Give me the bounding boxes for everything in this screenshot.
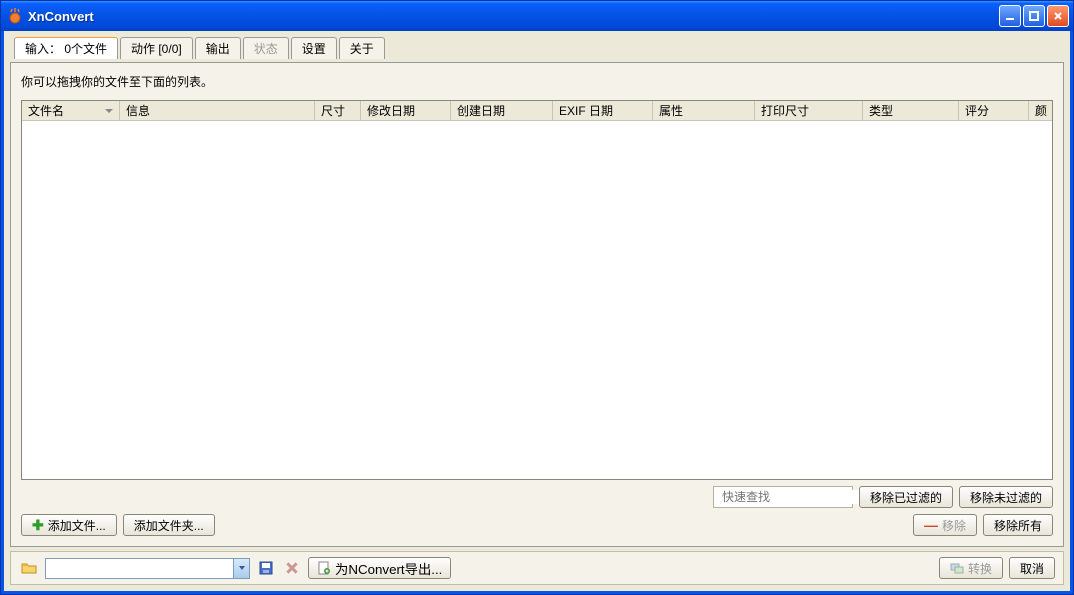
col-rating[interactable]: 评分 xyxy=(959,101,1029,120)
add-file-button[interactable]: ✚添加文件... xyxy=(21,514,117,536)
remove-all-button[interactable]: 移除所有 xyxy=(983,514,1053,536)
tab-bar: 输入： 0个文件 动作 [0/0] 输出 状态 设置 关于 xyxy=(10,37,1064,59)
col-filename[interactable]: 文件名 xyxy=(22,101,120,120)
window-title: XnConvert xyxy=(28,9,999,24)
quick-search-input[interactable] xyxy=(713,486,853,508)
drag-hint: 你可以拖拽你的文件至下面的列表。 xyxy=(21,71,1053,94)
col-type[interactable]: 类型 xyxy=(863,101,959,120)
listview-header: 文件名 信息 尺寸 修改日期 创建日期 EXIF 日期 属性 打印尺寸 类型 评… xyxy=(22,101,1052,121)
convert-button[interactable]: 转换 xyxy=(939,557,1003,579)
col-color[interactable]: 颜 xyxy=(1029,101,1052,120)
bottom-toolbar: 为NConvert导出... 转换 取消 xyxy=(10,551,1064,585)
tab-input[interactable]: 输入： 0个文件 xyxy=(14,37,118,59)
chevron-down-icon xyxy=(233,559,249,578)
export-nconvert-button[interactable]: 为NConvert导出... xyxy=(308,557,451,579)
maximize-button[interactable] xyxy=(1023,5,1045,27)
input-panel: 你可以拖拽你的文件至下面的列表。 文件名 信息 尺寸 修改日期 创建日期 EXI… xyxy=(10,62,1064,547)
remove-button[interactable]: —移除 xyxy=(913,514,977,536)
tab-about[interactable]: 关于 xyxy=(339,37,385,59)
add-folder-button[interactable]: 添加文件夹... xyxy=(123,514,215,536)
minus-icon: — xyxy=(924,518,938,532)
col-exif-date[interactable]: EXIF 日期 xyxy=(553,101,653,120)
titlebar[interactable]: XnConvert xyxy=(1,1,1073,31)
file-listview[interactable]: 文件名 信息 尺寸 修改日期 创建日期 EXIF 日期 属性 打印尺寸 类型 评… xyxy=(21,100,1053,480)
close-button[interactable] xyxy=(1047,5,1069,27)
col-size[interactable]: 尺寸 xyxy=(315,101,361,120)
col-info[interactable]: 信息 xyxy=(120,101,315,120)
tab-output[interactable]: 输出 xyxy=(195,37,241,59)
remove-unfiltered-button[interactable]: 移除未过滤的 xyxy=(959,486,1053,508)
col-created[interactable]: 创建日期 xyxy=(451,101,553,120)
convert-icon xyxy=(950,561,964,575)
plus-icon: ✚ xyxy=(32,518,44,532)
col-attributes[interactable]: 属性 xyxy=(653,101,755,120)
tab-settings[interactable]: 设置 xyxy=(291,37,337,59)
app-icon xyxy=(7,8,23,24)
quick-search-field[interactable] xyxy=(722,490,877,504)
preset-combo[interactable] xyxy=(45,558,250,579)
page-icon xyxy=(317,561,331,575)
listview-body[interactable] xyxy=(22,121,1052,479)
tab-actions[interactable]: 动作 [0/0] xyxy=(120,37,193,59)
open-folder-icon[interactable] xyxy=(19,558,39,578)
col-modified[interactable]: 修改日期 xyxy=(361,101,451,120)
cancel-button[interactable]: 取消 xyxy=(1009,557,1055,579)
save-preset-icon[interactable] xyxy=(256,558,276,578)
remove-filtered-button[interactable]: 移除已过滤的 xyxy=(859,486,953,508)
delete-preset-icon xyxy=(282,558,302,578)
tab-status: 状态 xyxy=(243,37,289,59)
minimize-button[interactable] xyxy=(999,5,1021,27)
col-print-size[interactable]: 打印尺寸 xyxy=(755,101,863,120)
sort-indicator-icon xyxy=(105,109,113,113)
